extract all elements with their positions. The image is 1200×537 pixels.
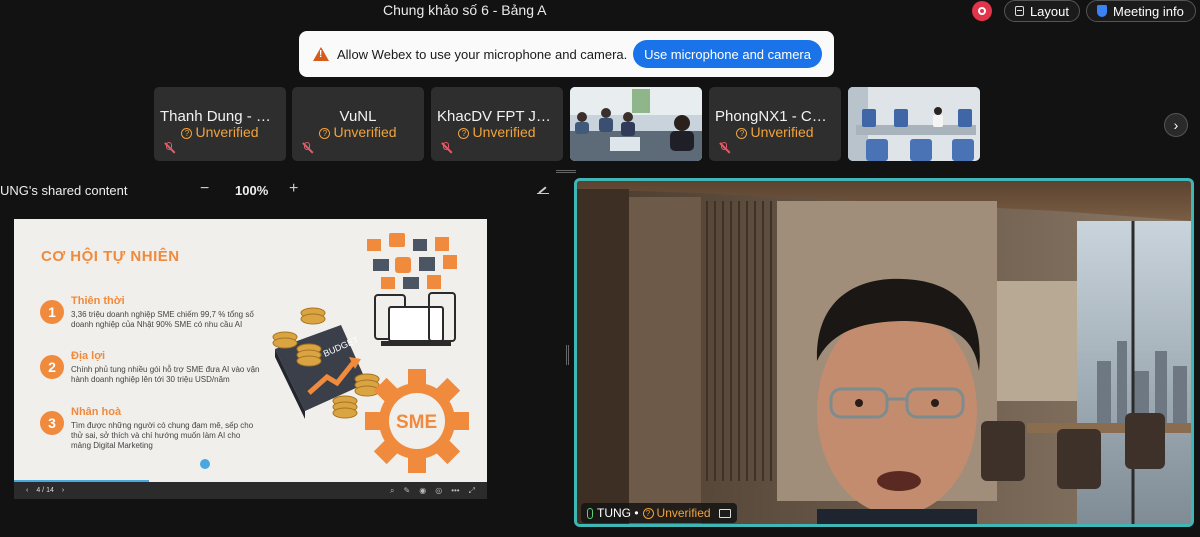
slide-title: CƠ HỘI TỰ NHIÊN: [41, 248, 180, 265]
item-number: 1: [40, 300, 64, 324]
active-speaker-video[interactable]: [574, 178, 1194, 527]
zoom-icon[interactable]: ⌕: [390, 486, 394, 496]
question-icon: ?: [458, 128, 470, 139]
use-mic-camera-button[interactable]: Use microphone and camera: [633, 40, 822, 68]
participant-video-tile[interactable]: [570, 87, 702, 161]
zoom-in-button[interactable]: +: [289, 180, 298, 198]
question-icon: ?: [319, 128, 331, 139]
pen-icon[interactable]: ✎: [404, 486, 411, 496]
participant-name: PhongNX1 - CAI...: [715, 108, 839, 125]
speaker-status: ? Unverified: [642, 506, 711, 520]
item-heading: Nhân hoà: [71, 406, 122, 418]
prev-slide-icon[interactable]: ‹: [26, 487, 28, 494]
item-heading: Thiên thời: [71, 295, 125, 307]
participant-tile[interactable]: VuNL ? Unverified: [292, 87, 424, 161]
sme-label: SME: [396, 412, 437, 433]
shared-slide: CƠ HỘI TỰ NHIÊN 1 Thiên thời 3,36 triệu …: [14, 219, 487, 498]
mic-muted-icon: [441, 142, 453, 154]
record-icon: [978, 7, 986, 15]
shield-icon: [1097, 5, 1107, 17]
horizontal-resize-handle[interactable]: [556, 170, 576, 173]
slide-page-indicator: 4 / 14: [36, 487, 54, 494]
screen-share-icon: [718, 508, 731, 518]
item-body: Chính phủ tung nhiều gói hỗ trợ SME đưa …: [71, 365, 260, 384]
item-number: 3: [40, 411, 64, 435]
mic-muted-icon: [302, 142, 314, 154]
item-heading: Địa lợi: [71, 350, 106, 362]
zoom-level: 100%: [235, 183, 269, 198]
layout-label: Layout: [1029, 3, 1069, 19]
item-number: 2: [40, 355, 64, 379]
layout-button[interactable]: Layout: [1004, 0, 1080, 22]
warning-icon: [313, 47, 329, 61]
annotate-icon[interactable]: [537, 184, 549, 194]
broadcast-icon[interactable]: ◎: [435, 486, 442, 496]
participant-name: KhacDV FPT Jap...: [437, 108, 563, 125]
question-icon: ?: [181, 128, 193, 139]
participant-video-tile[interactable]: [848, 87, 980, 161]
slide-tools: ⌕ ✎ ◉ ◎ ••• ⤢: [390, 486, 475, 496]
mic-muted-icon: [164, 142, 176, 154]
participant-video: [570, 87, 702, 161]
meeting-title: Chung khảo số 6 - Bảng A: [383, 2, 547, 18]
slide-illustration: BUDGET SME: [272, 233, 469, 473]
participant-name: VuNL: [339, 108, 377, 125]
participant-status: ? Unverified: [431, 124, 563, 140]
speaker-name: TUNG •: [597, 506, 639, 520]
pointer-icon[interactable]: ◉: [419, 486, 426, 496]
item-body: 3,36 triệu doanh nghiệp SME chiếm 99,7 %…: [71, 310, 254, 329]
banner-message: Allow Webex to use your microphone and c…: [337, 46, 628, 62]
more-icon[interactable]: •••: [451, 486, 459, 496]
question-icon: ?: [642, 508, 654, 519]
participant-tile[interactable]: PhongNX1 - CAI... ? Unverified: [709, 87, 841, 161]
layout-icon: [1015, 6, 1024, 16]
participant-video: [848, 87, 980, 161]
item-body: Tìm được những người có chung đam mê, sế…: [71, 421, 254, 450]
webex-meeting-window: Chung khảo số 6 - Bảng A Layout Meeting …: [0, 0, 1200, 537]
participant-tile[interactable]: Thanh Dung - Ch... ? Unverified: [154, 87, 286, 161]
participant-status: ? Unverified: [709, 124, 841, 140]
shared-content-label: UNG's shared content: [0, 183, 128, 198]
zoom-out-button[interactable]: −: [200, 180, 209, 198]
slide-progress: [14, 480, 150, 482]
mic-muted-icon: [719, 142, 731, 154]
next-slide-icon[interactable]: ›: [62, 487, 64, 494]
sme-gear: SME: [365, 369, 469, 473]
question-icon: ?: [736, 128, 748, 139]
chevron-right-icon: ›: [1173, 117, 1179, 133]
participant-status: ? Unverified: [154, 124, 286, 140]
participant-name: Thanh Dung - Ch...: [160, 108, 286, 125]
meeting-info-label: Meeting info: [1113, 3, 1184, 19]
vertical-resize-handle[interactable]: [566, 345, 569, 365]
meeting-info-button[interactable]: Meeting info: [1086, 0, 1196, 22]
speaker-name-pill: TUNG • ? Unverified: [581, 503, 737, 523]
speaker-video-frame: [577, 181, 1191, 524]
participant-tile[interactable]: KhacDV FPT Jap... ? Unverified: [431, 87, 563, 161]
participant-status: ? Unverified: [292, 124, 424, 140]
fullscreen-icon[interactable]: ⤢: [469, 486, 475, 496]
permission-banner: Allow Webex to use your microphone and c…: [299, 31, 834, 77]
cursor-dot: [200, 459, 210, 469]
media-icons: [367, 233, 457, 289]
recording-button[interactable]: [972, 1, 992, 21]
next-participants-button[interactable]: ›: [1164, 113, 1188, 137]
slide-controls: ‹ 4 / 14 › ⌕ ✎ ◉ ◎ ••• ⤢: [14, 480, 487, 499]
microphone-icon: [587, 507, 593, 519]
